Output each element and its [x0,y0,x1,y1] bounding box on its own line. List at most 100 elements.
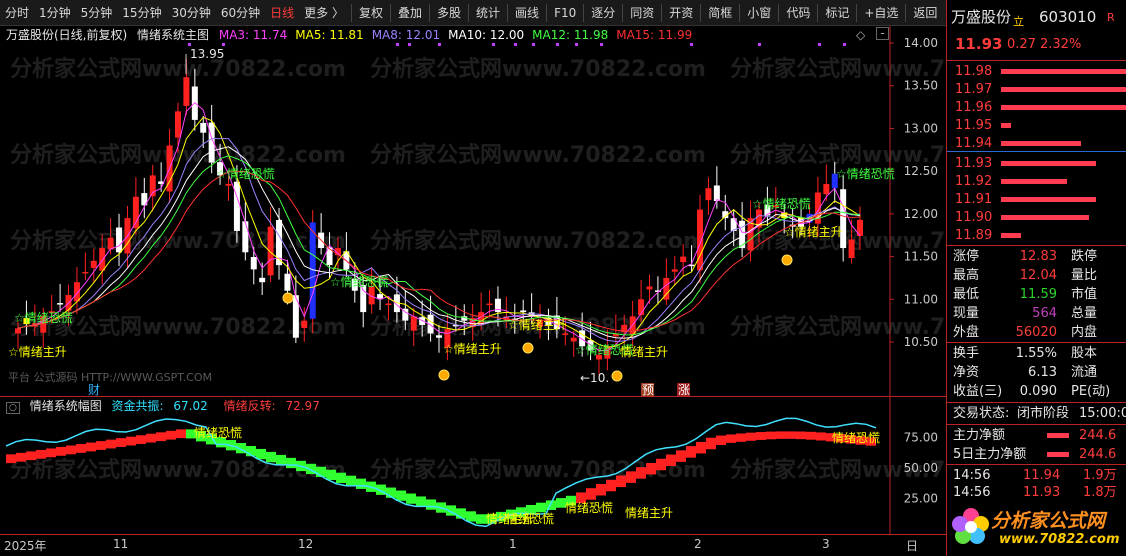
stat-label: 流通 [1071,365,1098,380]
emotion-bar [346,475,356,486]
candle-body [116,227,123,253]
candle-body [301,320,308,328]
ask-price: 11.95 [955,118,993,133]
stat-value: 6.13 [1028,365,1057,380]
ask-price: 11.96 [955,100,993,115]
flow-bar [1047,452,1069,457]
period-tab[interactable]: 30分钟 [167,0,216,26]
toolbar-button[interactable]: 同资 [625,0,659,26]
bid-row: 11.92 [947,172,1126,191]
indicator-tick: 50.00 [904,461,938,475]
bid-row: 11.89 [947,226,1126,245]
price-tick: 13.50 [904,79,938,93]
toolbar-button[interactable]: 画线 [510,0,544,26]
toolbar-button[interactable]: 叠加 [393,0,427,26]
top-toolbar: 分时 1分钟 5分钟 15分钟 30分钟 60分钟 日线 更多 〉复权 叠加 多股 统计 画线 F10 逐… [0,0,946,26]
candle-body [200,122,207,133]
signal-panic: ☆情绪恐慌 [752,197,811,211]
indicator-signal-label: 情绪恐慌 [565,501,613,515]
coin-marker-icon [282,292,294,304]
toolbar-button[interactable]: 标记 [820,0,854,26]
toolbar-button[interactable]: 返回 [908,0,942,26]
emotion-bar [416,496,426,507]
toolbar-button[interactable]: 小窗 [742,0,776,26]
bid-volume-bar [1001,215,1089,220]
emotion-bar [96,441,106,450]
toolbar-divider [429,3,431,22]
candle-body [250,256,257,270]
stat-label: 外盘 [953,325,980,340]
emotion-bar [126,436,136,446]
bid-volume-bar [1001,233,1021,238]
stat-label: 股本 [1071,346,1098,361]
site-logo: 分析家公式网 www.70822.com [947,498,1126,556]
emotion-bar [36,449,46,459]
stat-row: 现量 564 总量 [947,304,1126,323]
period-tab[interactable]: 1分钟 [34,0,76,26]
period-tab[interactable]: 更多 〉 [299,0,349,26]
candle-body [840,189,847,249]
toolbar-button[interactable]: 统计 [471,0,505,26]
signal-dot [843,43,846,46]
signal-dot [438,43,441,46]
main-chart[interactable]: 万盛股份(日线,前复权) 情绪系统主图 MA3: 11.74 MA5: 11.81… [0,26,946,396]
stock-code: 603010 [1039,8,1097,26]
toolbar-divider [700,3,702,22]
toolbar-button[interactable]: 复权 [354,0,388,26]
candle-body [90,260,97,268]
candlestick-chart[interactable]: 分析家公式网www.70822.com 分析家公式网www.70822.com 分析… [0,26,946,396]
candle-body [259,277,266,283]
indicator-chart[interactable]: 分析家公式网www.70822.com 分析家公式网www.70822.com 分析… [0,397,946,535]
signal-dot [188,43,191,46]
toolbar-button[interactable]: 开资 [664,0,698,26]
period-tab[interactable]: 60分钟 [216,0,265,26]
watermark: 分析家公式网www.70822.com [370,56,706,82]
toolbar-button[interactable]: +自选 [859,0,903,26]
signal-main-up: ☆情绪主升 [508,318,567,332]
emotion-bar [666,454,676,467]
candle-body [680,256,687,263]
signal-dot [818,43,821,46]
emotion-bar [356,478,366,489]
emotion-bar [116,438,126,447]
trade-status-label: 交易状态: [953,406,1010,421]
signal-dot [532,43,535,46]
stat-row: 涨停 12.83 跌停 [947,247,1126,266]
ask-volume-bar [1001,141,1081,146]
candle-body [436,335,442,338]
toolbar-button[interactable]: 逐分 [586,0,620,26]
ask-row: 11.97 [947,80,1126,99]
price-row: 11.93 0.27 2.32% [947,35,1126,54]
candle-body [570,337,577,342]
toolbar-divider [778,3,780,22]
watermark: 分析家公式网www.70822.com [370,228,706,254]
toolbar-button[interactable]: F10 [549,0,581,26]
signal-panic: ☆情绪恐慌 [330,275,389,289]
signal-main-up: ☆情绪主升 [443,342,502,356]
signal-panic: ☆情绪恐慌 [836,167,895,181]
stat-value: 12.83 [1019,249,1057,264]
high-label: 13.95 [190,47,224,61]
period-tab[interactable]: 15分钟 [117,0,166,26]
period-tab[interactable]: 5分钟 [76,0,118,26]
price-tick: 11.50 [904,250,938,264]
indicator-signal-label: 情绪恐慌 [194,426,242,440]
toolbar-button[interactable]: 简框 [703,0,737,26]
period-tab[interactable]: 分时 [0,0,34,26]
period-tab[interactable]: 日线 [265,0,299,26]
stat-row: 最低 11.59 市值 [947,285,1126,304]
toolbar-divider [507,3,509,22]
stat-row: 最高 12.04 量比 [947,266,1126,285]
signal-dot [408,43,411,46]
bid-row: 11.93 [947,154,1126,173]
candle-body [360,285,367,313]
toolbar-button[interactable]: 多股 [432,0,466,26]
emotion-bar [766,431,776,440]
indicator-signal-label: 情绪主升 [625,506,673,520]
ask-price: 11.98 [955,64,993,79]
indicator-tick: 75.00 [904,431,938,445]
stat-label: 换手 [953,346,980,361]
toolbar-button[interactable]: 代码 [781,0,815,26]
indicator-panel[interactable]: ○ 情绪系统幅图 资金共振: 67.02 情绪反转: 72.97 分析家公式网w… [0,396,946,535]
ask-volume-bar [1001,105,1126,110]
